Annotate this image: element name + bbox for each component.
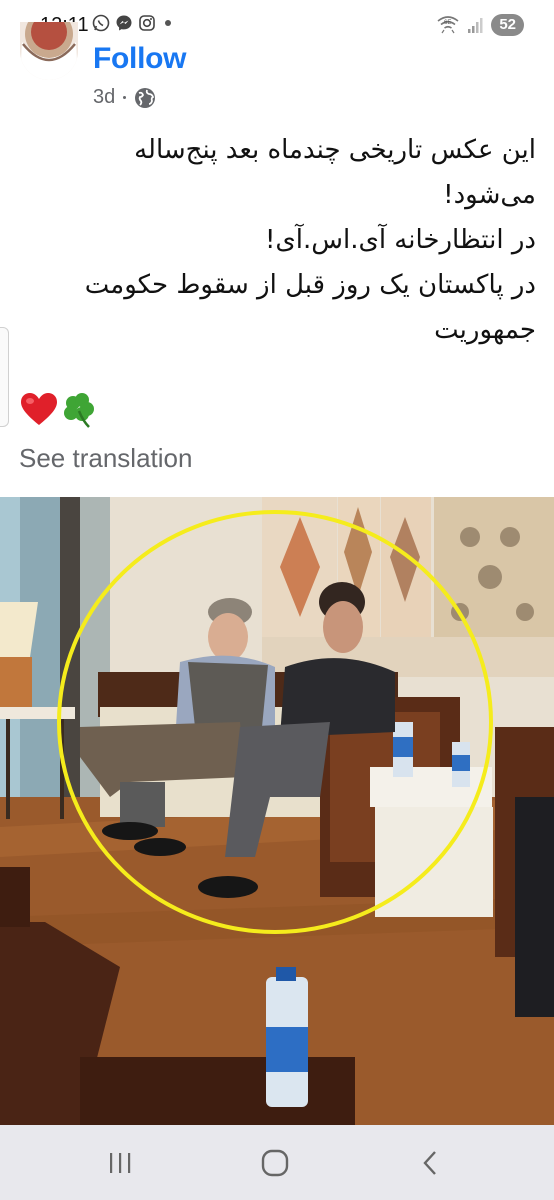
instagram-icon xyxy=(139,15,155,31)
battery-indicator: 52 xyxy=(491,14,524,36)
post-text-line: می‌شود! xyxy=(443,180,536,210)
post-text-line: در انتظارخانه آی.اس.آی! xyxy=(264,225,536,255)
back-icon[interactable] xyxy=(410,1147,450,1179)
globe-icon[interactable] xyxy=(134,87,156,109)
post-text-line: جمهوریت xyxy=(434,315,536,345)
wifi-6e-icon: 6E xyxy=(437,16,459,34)
avatar-image xyxy=(20,22,78,80)
post-photo[interactable] xyxy=(0,497,554,1125)
follow-button[interactable]: Follow xyxy=(93,42,186,76)
system-navigation-bar xyxy=(0,1125,554,1200)
system-status-icons: 6E 52 xyxy=(437,14,524,36)
recent-apps-icon[interactable] xyxy=(100,1147,140,1179)
see-translation-link[interactable]: See translation xyxy=(19,443,192,474)
emoji-line xyxy=(20,392,98,430)
avatar[interactable] xyxy=(20,22,78,80)
notification-icons xyxy=(92,14,171,32)
photo-illustration xyxy=(0,497,554,1125)
status-bar: 12:11 6E 52 xyxy=(0,0,554,44)
four-leaf-clover-icon xyxy=(64,393,94,428)
post-text-line: در پاکستان یک روز قبل از سقوط حکومت xyxy=(84,270,536,300)
svg-text:6E: 6E xyxy=(444,20,451,26)
more-notifications-dot xyxy=(165,20,171,26)
separator-dot xyxy=(123,96,127,99)
post-timestamp[interactable]: 3d xyxy=(93,86,115,109)
side-panel-handle[interactable] xyxy=(0,327,9,427)
signal-icon xyxy=(468,18,483,33)
home-icon[interactable] xyxy=(255,1147,295,1179)
heart-icon xyxy=(21,393,57,425)
messenger-icon xyxy=(116,15,132,31)
post-text: این عکس تاریخی چندماه بعد پنج‌ساله می‌شو… xyxy=(36,128,536,353)
whatsapp-icon xyxy=(92,14,110,32)
post-meta: 3d xyxy=(93,86,156,109)
post-text-line: این عکس تاریخی چندماه بعد پنج‌ساله xyxy=(134,135,536,165)
